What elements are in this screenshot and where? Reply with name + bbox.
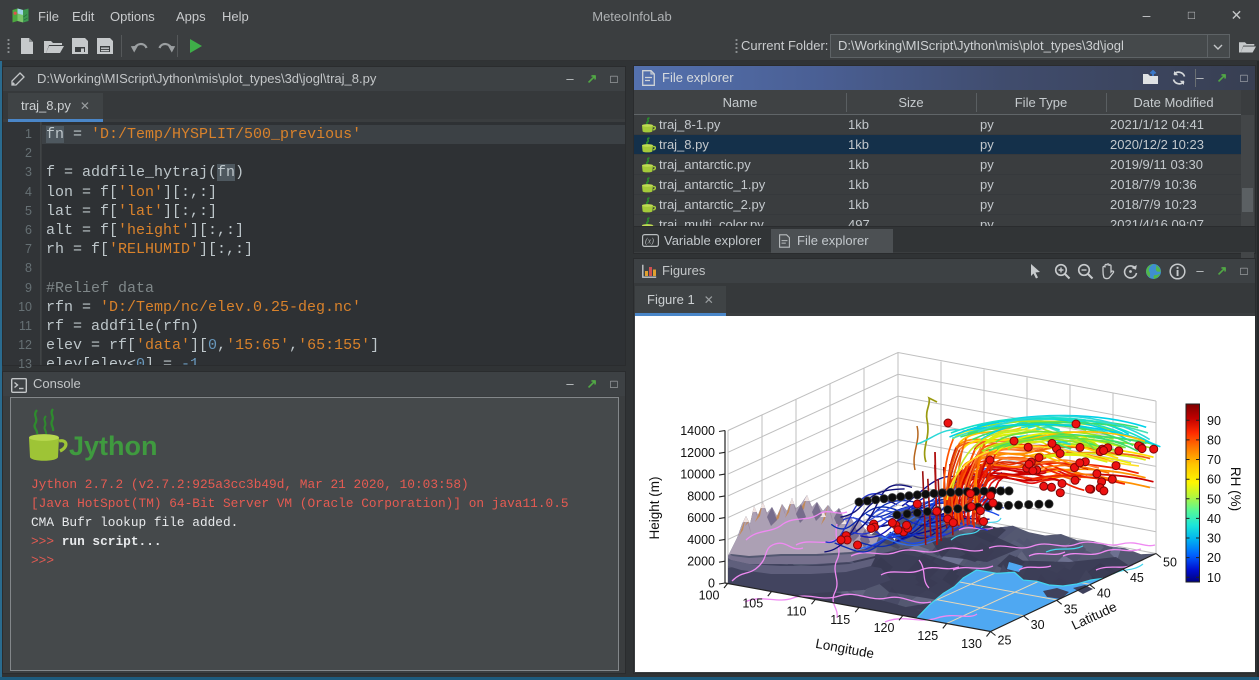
svg-text:90: 90 [1207, 414, 1221, 428]
svg-text:120: 120 [874, 621, 895, 635]
svg-text:35: 35 [1064, 602, 1078, 616]
svg-text:Longitude: Longitude [814, 636, 875, 662]
svg-text:20: 20 [1207, 551, 1221, 565]
svg-text:12000: 12000 [680, 446, 715, 460]
svg-text:100: 100 [699, 589, 720, 603]
svg-text:110: 110 [787, 605, 807, 619]
svg-text:8000: 8000 [687, 489, 715, 503]
svg-text:4000: 4000 [687, 533, 715, 547]
svg-text:50: 50 [1163, 556, 1177, 570]
svg-text:Jython: Jython [69, 431, 158, 461]
svg-text:30: 30 [1207, 532, 1221, 546]
svg-text:70: 70 [1207, 453, 1221, 467]
svg-text:30: 30 [1031, 618, 1045, 632]
svg-text:105: 105 [742, 597, 763, 611]
svg-text:125: 125 [917, 629, 938, 643]
svg-text:6000: 6000 [687, 511, 715, 525]
svg-text:Height (m): Height (m) [647, 476, 662, 539]
svg-text:14000: 14000 [680, 424, 715, 438]
svg-text:115: 115 [830, 613, 850, 627]
svg-text:RH (%): RH (%) [1228, 467, 1243, 511]
svg-text:40: 40 [1207, 512, 1221, 526]
svg-text:2000: 2000 [687, 555, 715, 569]
svg-text:50: 50 [1207, 492, 1221, 506]
svg-text:130: 130 [961, 637, 982, 651]
svg-text:10: 10 [1207, 571, 1221, 585]
svg-text:80: 80 [1207, 433, 1221, 447]
svg-text:45: 45 [1130, 571, 1144, 585]
svg-text:60: 60 [1207, 473, 1221, 487]
svg-text:25: 25 [998, 634, 1012, 648]
svg-text:10000: 10000 [680, 468, 715, 482]
svg-text:(x): (x) [645, 237, 654, 246]
svg-text:40: 40 [1097, 587, 1111, 601]
